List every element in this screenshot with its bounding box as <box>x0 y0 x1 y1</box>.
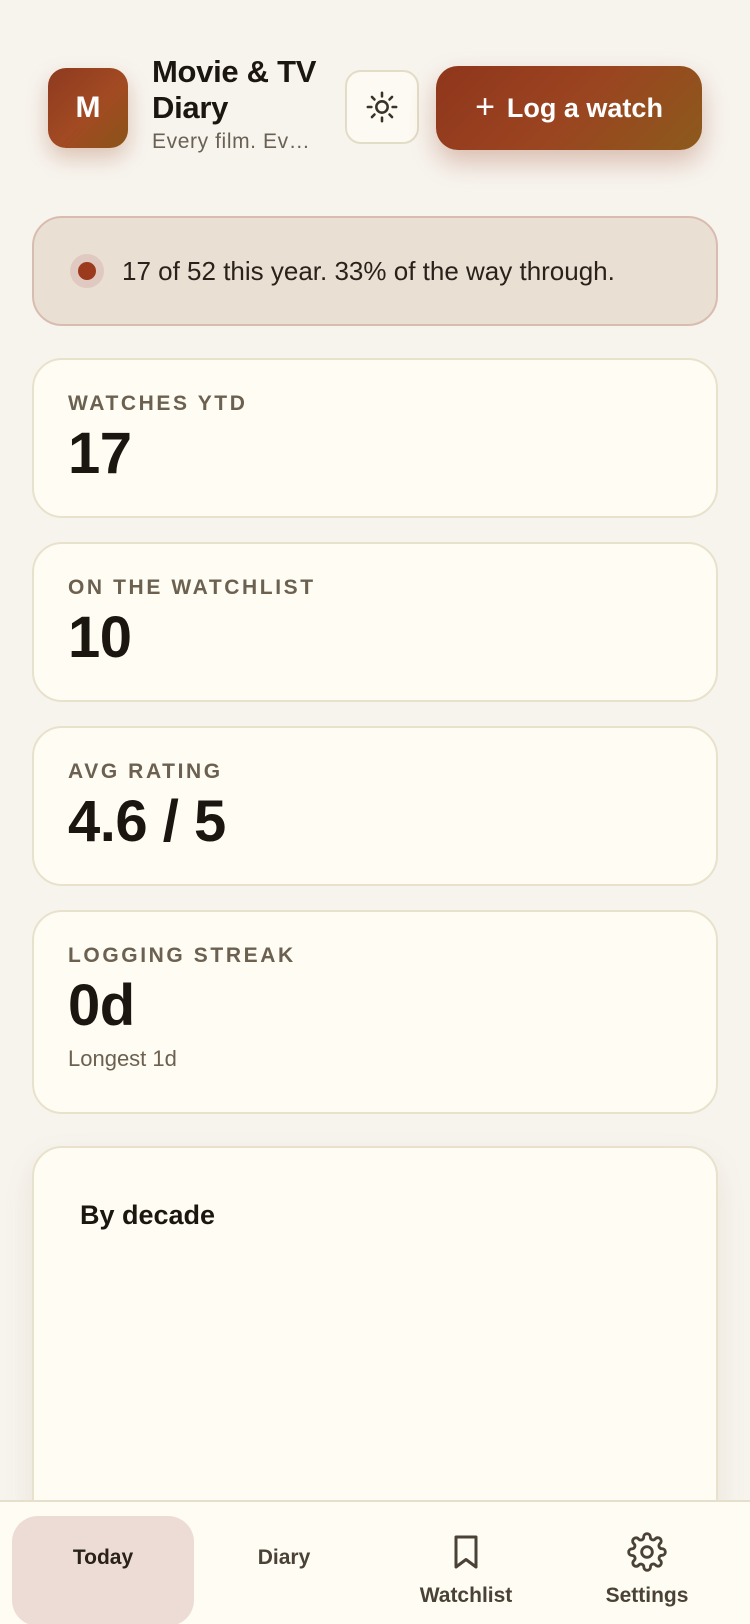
bottom-nav: Today Diary Watchlist Settings <box>0 1500 750 1624</box>
status-dot-icon <box>70 254 104 288</box>
nav-tab-label: Watchlist <box>419 1584 513 1607</box>
stat-value: 10 <box>68 605 132 670</box>
stat-value: 17 <box>68 421 132 486</box>
app-avatar[interactable]: M <box>48 68 128 148</box>
plus-icon: + <box>475 87 495 126</box>
gear-icon <box>627 1532 667 1572</box>
log-a-watch-label: Log a watch <box>506 92 663 123</box>
stat-card-avg-rating: AVG RATING 4.6 / 5 <box>32 726 718 886</box>
stat-value: 4.6 / 5 <box>68 789 226 854</box>
nav-tab-diary[interactable]: Diary <box>196 1502 372 1624</box>
by-decade-title: By decade <box>80 1200 216 1230</box>
year-progress-banner: 17 of 52 this year. 33% of the way throu… <box>32 216 718 326</box>
longest-streak-text: Longest 1d <box>68 1046 177 1071</box>
nav-tab-settings[interactable]: Settings <box>556 1502 738 1624</box>
stat-value: 0d <box>68 973 135 1038</box>
stat-label: WATCHES YTD <box>68 392 248 415</box>
stat-card-watches-ytd: WATCHES YTD 17 <box>32 358 718 518</box>
nav-tab-label: Settings <box>605 1584 689 1607</box>
nav-tab-watchlist[interactable]: Watchlist <box>378 1502 554 1624</box>
log-a-watch-button[interactable]: + Log a watch <box>436 66 702 150</box>
app-subtitle: Every film. Ev… <box>152 130 311 153</box>
stat-label: AVG RATING <box>68 760 223 783</box>
today-screen: M Movie & TV Diary Every film. Ev… + Log… <box>0 0 750 1624</box>
stat-label: ON THE WATCHLIST <box>68 576 316 599</box>
bookmark-icon <box>454 1535 478 1569</box>
nav-tab-label: Today <box>72 1546 134 1569</box>
stat-card-watchlist: ON THE WATCHLIST 10 <box>32 542 718 702</box>
nav-tab-label: Diary <box>257 1546 311 1569</box>
stat-label: LOGGING STREAK <box>68 944 296 967</box>
avatar-letter: M <box>75 91 101 124</box>
app-header: M Movie & TV Diary Every film. Ev… + Log… <box>0 0 750 190</box>
app-title: Movie & TV Diary <box>152 54 317 125</box>
nav-tab-today[interactable]: Today <box>12 1516 194 1624</box>
year-progress-text: 17 of 52 this year. 33% of the way throu… <box>122 255 615 286</box>
stat-card-logging-streak: LOGGING STREAK 0d Longest 1d <box>32 910 718 1114</box>
sun-icon <box>366 91 398 123</box>
theme-toggle-button[interactable] <box>345 70 419 144</box>
